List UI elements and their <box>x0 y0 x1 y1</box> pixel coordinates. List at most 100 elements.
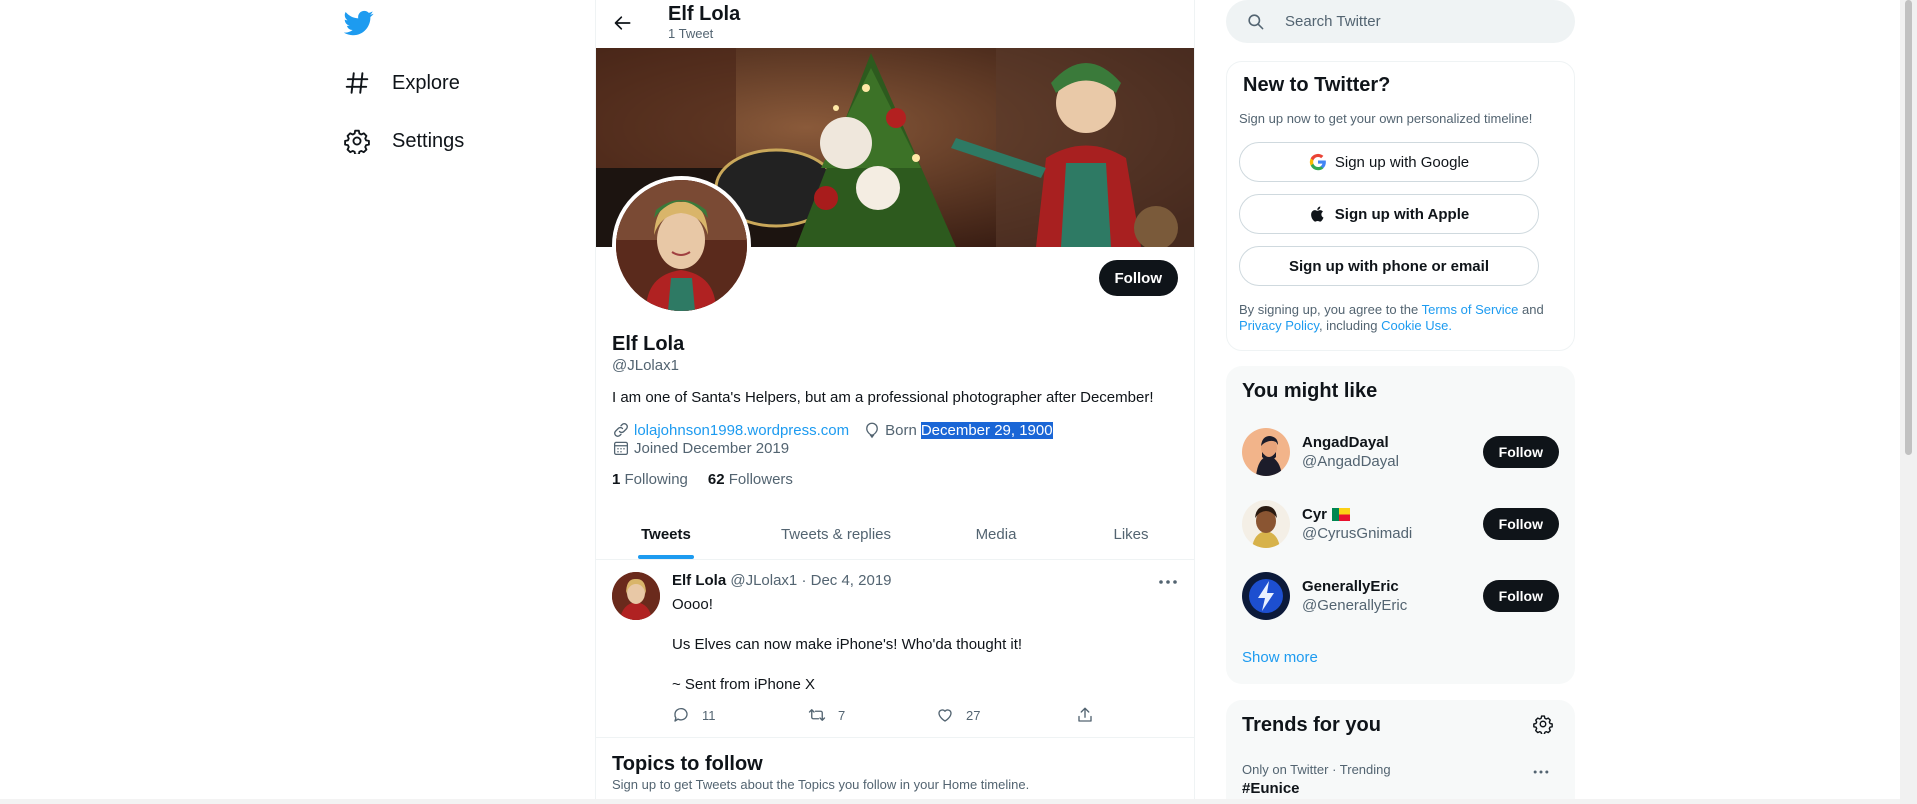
profile-joined-row: Joined December 2019 <box>612 439 789 457</box>
signup-card: New to Twitter? Sign up now to get your … <box>1226 61 1575 351</box>
terms-text-4: . <box>1448 318 1452 333</box>
tab-media[interactable]: Media <box>936 508 1056 560</box>
signup-apple-label: Sign up with Apple <box>1334 205 1470 223</box>
signup-title: New to Twitter? <box>1243 74 1391 96</box>
retweet-button[interactable]: 7 <box>808 706 845 724</box>
trends-settings-button[interactable] <box>1533 714 1553 736</box>
nav-settings-label: Settings <box>392 129 465 152</box>
profile-born-prefix: Born <box>885 421 917 439</box>
who-to-follow-title: You might like <box>1242 380 1378 402</box>
suggested-user-avatar[interactable] <box>1242 428 1290 476</box>
profile-born-date: December 29, 1900 <box>920 421 1053 439</box>
topics-subtitle: Sign up to get Tweets about the Topics y… <box>612 777 1030 792</box>
suggested-user-avatar[interactable] <box>1242 500 1290 548</box>
tweet[interactable]: Elf Lola @JLolax1 · Dec 4, 2019 Oooo! Us… <box>596 560 1194 738</box>
tweet-actions: 11 7 27 <box>672 706 1102 728</box>
profile-column: Elf Lola 1 Tweet Follow Elf Lola @JLolax… <box>595 0 1195 804</box>
search-placeholder: Search Twitter <box>1285 13 1381 30</box>
trend-name[interactable]: #Eunice <box>1242 780 1300 797</box>
profile-joined: Joined December 2019 <box>634 439 790 457</box>
trend-more-button[interactable] <box>1531 762 1551 782</box>
like-button[interactable]: 27 <box>936 706 980 724</box>
follow-button[interactable]: Follow <box>1098 260 1178 296</box>
profile-tabs: Tweets Tweets & replies Media Likes <box>596 508 1194 560</box>
tweet-more-button[interactable] <box>1156 570 1180 594</box>
profile-header-bar: Elf Lola 1 Tweet <box>596 0 1194 48</box>
more-icon <box>1159 580 1177 584</box>
like-count: 27 <box>966 707 981 723</box>
suggested-user-avatar[interactable] <box>1242 572 1290 620</box>
tab-tweets[interactable]: Tweets <box>596 508 736 560</box>
suggested-user-handle: @GenerallyEric <box>1302 597 1408 614</box>
cookie-use-link[interactable]: Cookie Use <box>1381 318 1448 333</box>
tweet-text-line-1: Oooo! <box>672 596 713 613</box>
gear-icon <box>1533 715 1553 736</box>
twitter-logo-icon[interactable] <box>343 8 374 38</box>
tab-tweets-replies[interactable]: Tweets & replies <box>756 508 916 560</box>
tweet-author-handle[interactable]: @JLolax1 <box>730 572 797 589</box>
reply-count: 11 <box>702 707 716 723</box>
page-bottom-edge <box>0 799 1900 804</box>
terms-of-service-link[interactable]: Terms of Service <box>1422 302 1519 317</box>
privacy-policy-link[interactable]: Privacy Policy <box>1239 318 1319 333</box>
suggested-user-follow-button[interactable]: Follow <box>1482 580 1559 612</box>
following-link[interactable]: 1 Following <box>612 471 688 488</box>
scrollbar-thumb[interactable] <box>1905 0 1912 455</box>
followers-link[interactable]: 62 Followers <box>708 471 793 488</box>
show-more-link[interactable]: Show more <box>1242 649 1318 666</box>
signup-apple-button[interactable]: Sign up with Apple <box>1239 194 1539 234</box>
suggested-user-handle: @CyrusGnimadi <box>1302 525 1413 542</box>
nav-settings[interactable]: Settings <box>344 123 464 159</box>
nav-explore[interactable]: Explore <box>344 65 460 101</box>
active-tab-indicator <box>638 555 694 559</box>
trends-card: Trends for you Only on Twitter · Trendin… <box>1226 700 1575 804</box>
profile-website-link[interactable]: lolajohnson1998.wordpress.com <box>634 422 849 439</box>
terms-text-1: By signing up, you agree to the <box>1239 302 1422 317</box>
benin-flag-icon <box>1332 508 1351 521</box>
following-count: 1 <box>612 471 621 488</box>
share-icon <box>1078 707 1092 722</box>
header-tweet-count: 1 Tweet <box>668 26 714 41</box>
search-input[interactable]: Search Twitter <box>1226 0 1575 43</box>
tab-likes[interactable]: Likes <box>1076 508 1186 560</box>
trend-meta: Only on Twitter · Trending <box>1242 762 1391 777</box>
signup-google-button[interactable]: Sign up with Google <box>1239 142 1539 182</box>
tweet-author-name[interactable]: Elf Lola <box>672 572 726 589</box>
share-button[interactable] <box>1076 706 1106 724</box>
profile-handle: @JLolax1 <box>612 357 679 374</box>
back-arrow-icon <box>614 16 631 30</box>
profile-meta-row: lolajohnson1998.wordpress.com Born Decem… <box>612 421 1053 439</box>
suggested-user[interactable]: AngadDayal @AngadDayal Follow <box>1242 428 1559 480</box>
tweet-text-line-3: ~ Sent from iPhone X <box>672 676 815 693</box>
suggested-user-name: Cyr <box>1302 506 1351 523</box>
topics-title: Topics to follow <box>612 753 763 775</box>
page-scrollbar[interactable] <box>1900 0 1917 804</box>
suggested-user-follow-button[interactable]: Follow <box>1482 436 1559 468</box>
nav-explore-label: Explore <box>392 71 460 94</box>
search-icon <box>1248 14 1264 30</box>
more-icon <box>1533 770 1549 774</box>
reply-button[interactable]: 11 <box>672 706 716 724</box>
tweet-date[interactable]: Dec 4, 2019 <box>811 572 892 589</box>
followers-label: Followers <box>728 471 793 488</box>
profile-avatar[interactable] <box>612 176 751 315</box>
profile-name: Elf Lola <box>612 333 685 355</box>
signup-subtitle: Sign up now to get your own personalized… <box>1239 111 1533 126</box>
reply-icon <box>674 707 688 722</box>
back-button[interactable] <box>606 6 640 40</box>
suggested-user[interactable]: GenerallyEric @GenerallyEric Follow <box>1242 572 1559 624</box>
terms-text-2: and <box>1518 302 1544 317</box>
suggested-user[interactable]: Cyr @CyrusGnimadi Follow <box>1242 500 1559 552</box>
header-title: Elf Lola <box>668 3 741 25</box>
balloon-icon <box>866 422 879 439</box>
signup-terms: By signing up, you agree to the Terms of… <box>1239 302 1559 334</box>
following-label: Following <box>624 471 688 488</box>
gear-icon <box>344 129 370 154</box>
followers-count: 62 <box>707 471 725 488</box>
suggested-user-follow-button[interactable]: Follow <box>1482 508 1559 540</box>
who-to-follow-card: You might like AngadDayal @AngadDayal Fo… <box>1226 366 1575 684</box>
signup-phone-button[interactable]: Sign up with phone or email <box>1239 246 1539 286</box>
tweet-text-line-2: Us Elves can now make iPhone's! Who'da t… <box>672 636 1023 653</box>
profile-follow-stats: 1 Following 62 Followers <box>612 471 793 488</box>
tweet-avatar[interactable] <box>612 572 660 620</box>
